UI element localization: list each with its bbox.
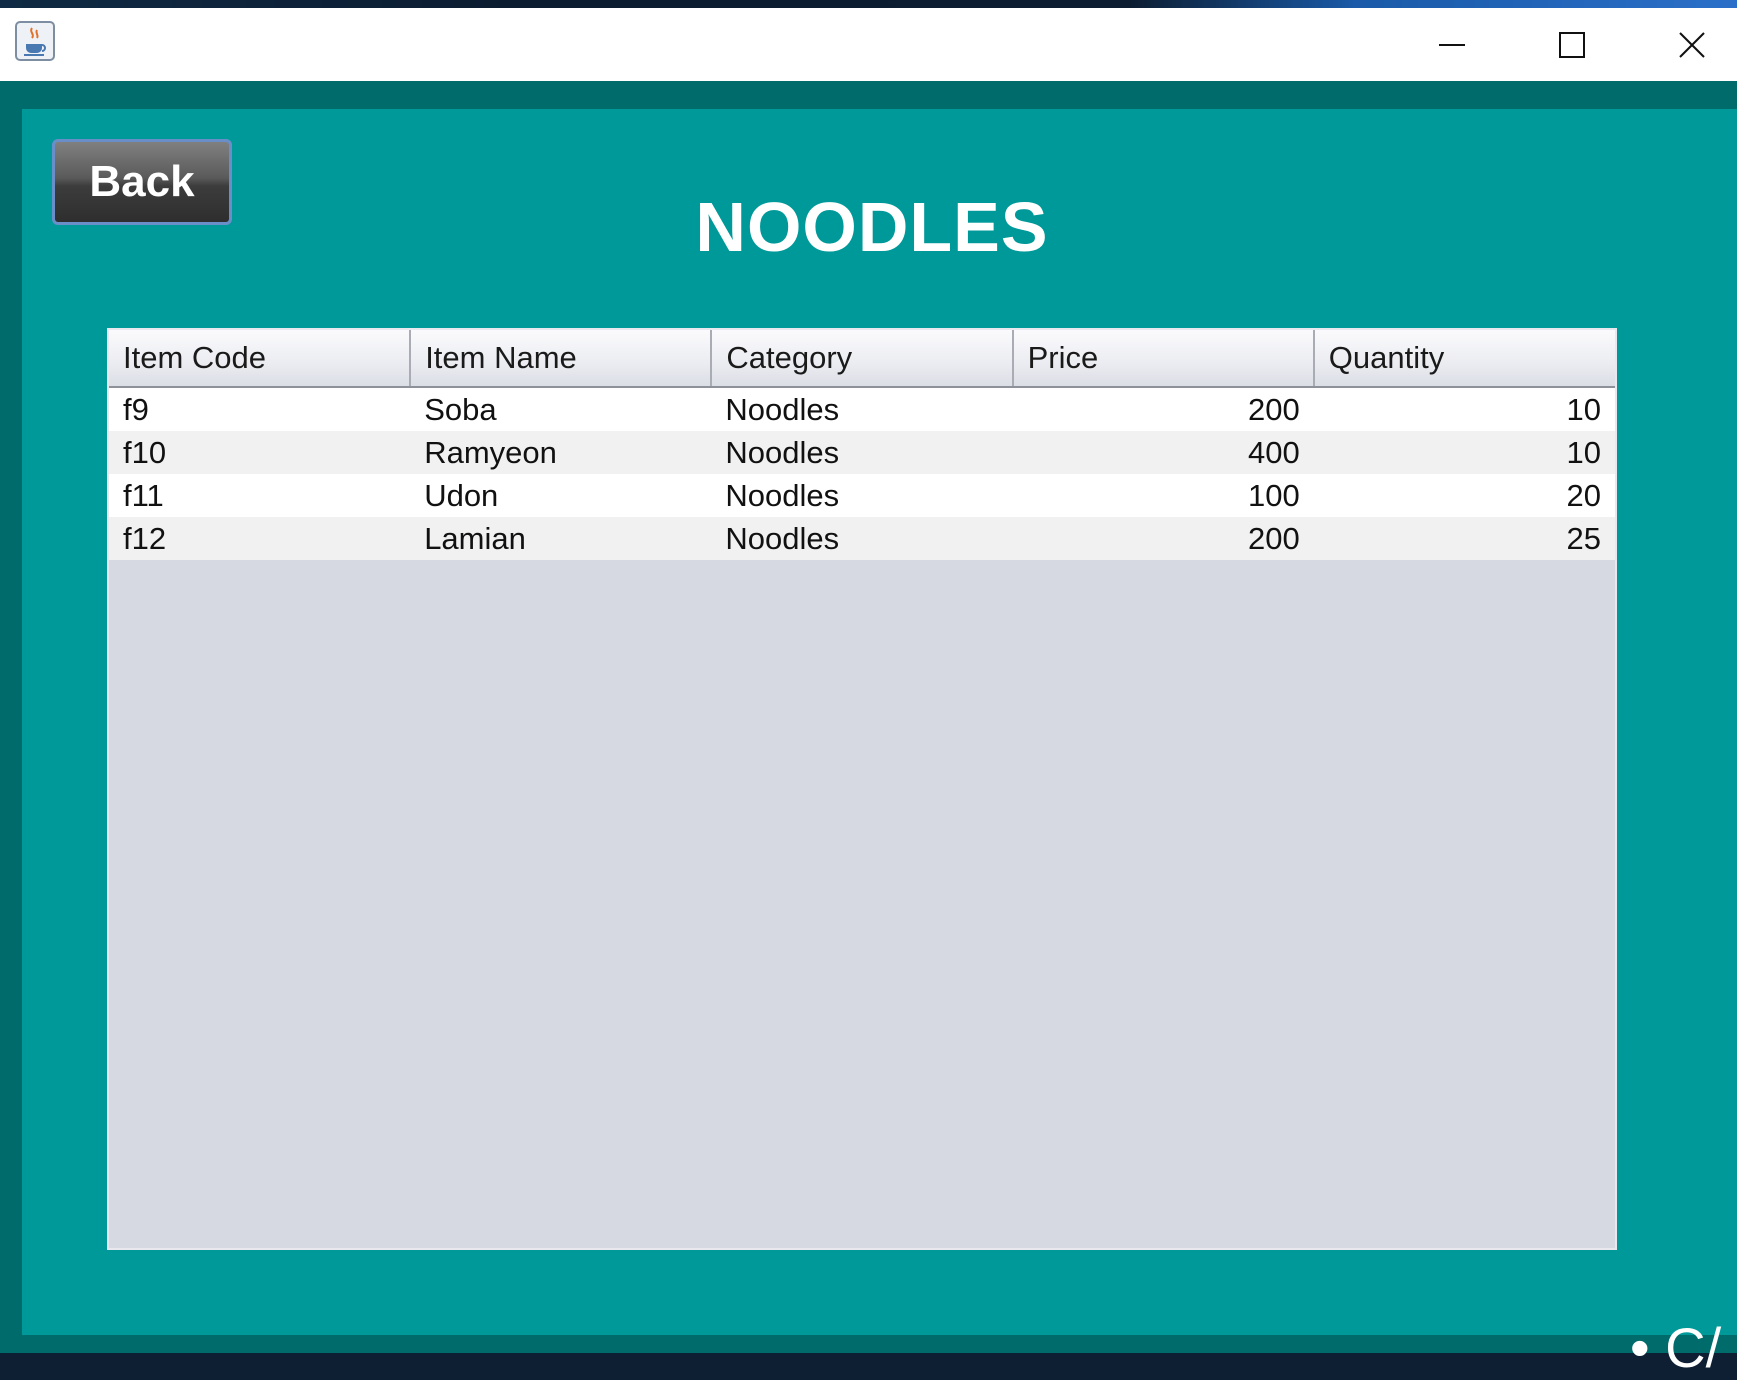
cell-quantity[interactable]: 10: [1313, 431, 1615, 474]
maximize-button[interactable]: [1517, 8, 1627, 81]
minimize-icon: [1439, 43, 1465, 46]
window-titlebar[interactable]: [0, 8, 1737, 81]
close-icon: [1679, 31, 1705, 58]
cell-item-name[interactable]: Ramyeon: [410, 431, 712, 474]
cell-price[interactable]: 200: [1012, 517, 1314, 560]
cell-item-name[interactable]: Udon: [410, 474, 712, 517]
cell-item-code[interactable]: f9: [109, 387, 411, 431]
table-header: Item Code Item Name Category Price Quant…: [109, 330, 1615, 388]
table-row[interactable]: f10 Ramyeon Noodles 400 10: [109, 431, 1615, 474]
minimize-button[interactable]: [1397, 8, 1507, 81]
desktop-corner-text: • C/: [1630, 1316, 1722, 1379]
cell-item-code[interactable]: f10: [109, 431, 411, 474]
cell-item-name[interactable]: Lamian: [410, 517, 712, 560]
cell-category[interactable]: Noodles: [711, 474, 1013, 517]
cell-item-name[interactable]: Soba: [410, 387, 712, 431]
cell-price[interactable]: 100: [1012, 474, 1314, 517]
window-frame: Back NOODLES Item Code Item Name Categor…: [0, 81, 1737, 1353]
column-header-item-name[interactable]: Item Name: [410, 330, 713, 388]
cell-quantity[interactable]: 10: [1313, 387, 1615, 431]
page-title: NOODLES: [695, 188, 1049, 266]
cell-category[interactable]: Noodles: [711, 387, 1013, 431]
column-header-item-code[interactable]: Item Code: [109, 330, 412, 388]
desktop-background-strip: [0, 0, 1737, 8]
cell-item-code[interactable]: f11: [109, 474, 411, 517]
column-header-category[interactable]: Category: [711, 330, 1014, 388]
column-header-quantity[interactable]: Quantity: [1313, 330, 1615, 388]
column-header-price[interactable]: Price: [1012, 330, 1315, 388]
table-row[interactable]: f12 Lamian Noodles 200 25: [109, 517, 1615, 560]
cell-item-code[interactable]: f12: [109, 517, 411, 560]
cell-quantity[interactable]: 25: [1313, 517, 1615, 560]
cell-quantity[interactable]: 20: [1313, 474, 1615, 517]
table-row[interactable]: f9 Soba Noodles 200 10: [109, 387, 1615, 431]
items-table[interactable]: Item Code Item Name Category Price Quant…: [107, 328, 1617, 1250]
java-coffee-cup-icon: [14, 20, 56, 62]
cell-category[interactable]: Noodles: [711, 517, 1013, 560]
cell-category[interactable]: Noodles: [711, 431, 1013, 474]
cell-price[interactable]: 200: [1012, 387, 1314, 431]
maximize-icon: [1559, 31, 1585, 58]
close-button[interactable]: [1637, 8, 1737, 81]
table-row[interactable]: f11 Udon Noodles 100 20: [109, 474, 1615, 517]
cell-price[interactable]: 400: [1012, 431, 1314, 474]
content-panel: Back NOODLES Item Code Item Name Categor…: [22, 109, 1737, 1335]
